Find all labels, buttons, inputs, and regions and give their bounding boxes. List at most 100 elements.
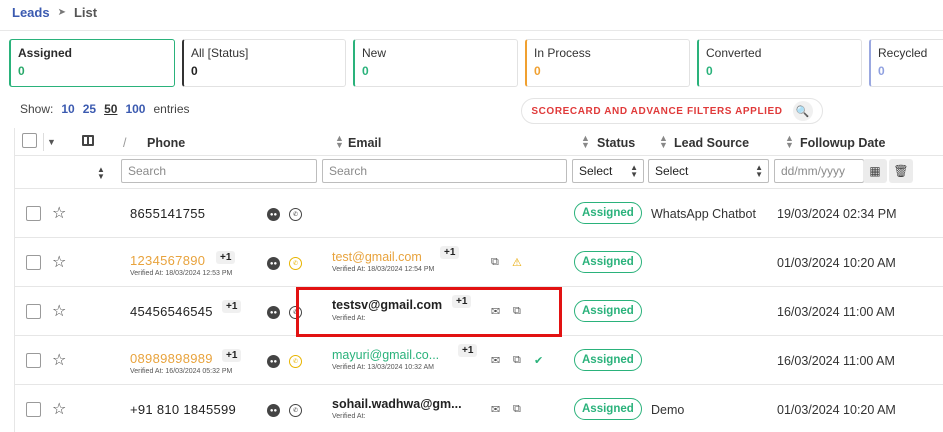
- card-label: All [Status]: [191, 46, 249, 60]
- chevron-down-icon[interactable]: ▼: [43, 133, 59, 151]
- email-search-input[interactable]: Search: [322, 159, 567, 183]
- header-status[interactable]: Status: [597, 136, 635, 150]
- followup-date-input[interactable]: dd/mm/yyyy: [774, 159, 864, 183]
- filters-applied-pill[interactable]: SCORECARD AND ADVANCE FILTERS APPLIED 🔍: [521, 98, 823, 124]
- table-row[interactable]: ☆ 8655141755 ●● ✆ Assigned WhatsApp Chat…: [15, 189, 943, 238]
- status-badge: Assigned: [574, 349, 642, 371]
- followup-date: 16/03/2024 11:00 AM: [777, 305, 895, 319]
- entries-label: entries: [153, 102, 190, 116]
- email-address[interactable]: testsv@gmail.com: [332, 298, 442, 312]
- table-row[interactable]: ☆ 45456546545 +1 ●● ✆ testsv@gmail.com +…: [15, 287, 943, 336]
- card-recycled[interactable]: Recycled 0: [869, 39, 943, 87]
- chat-icon[interactable]: ●●: [267, 208, 280, 221]
- header-followup-date[interactable]: Followup Date: [800, 136, 885, 150]
- page-size-50[interactable]: 50: [104, 102, 117, 116]
- envelope-icon[interactable]: ✉: [491, 305, 500, 318]
- search-icon[interactable]: 🔍: [792, 101, 813, 121]
- card-assigned[interactable]: Assigned 0: [9, 39, 175, 87]
- card-label: Recycled: [878, 46, 928, 60]
- lead-source-select[interactable]: Select ▲ ▼: [648, 159, 769, 183]
- row-checkbox[interactable]: [26, 255, 41, 270]
- copy-icon[interactable]: ⧉: [491, 256, 499, 269]
- email-more-badge[interactable]: +1: [458, 344, 478, 357]
- status-select[interactable]: Select ▲ ▼: [572, 159, 644, 183]
- page-size-10[interactable]: 10: [61, 102, 74, 116]
- row-checkbox[interactable]: [26, 304, 41, 319]
- header-divider: [0, 30, 943, 31]
- chat-icon[interactable]: ●●: [267, 257, 280, 270]
- card-count: 0: [878, 64, 885, 78]
- star-icon[interactable]: ☆: [52, 399, 66, 419]
- star-icon[interactable]: ☆: [52, 301, 66, 321]
- chat-icon[interactable]: ●●: [267, 355, 280, 368]
- copy-icon[interactable]: ⧉: [513, 403, 521, 416]
- sort-icon[interactable]: ▲ ▼: [581, 134, 590, 150]
- whatsapp-icon[interactable]: ✆: [289, 355, 302, 368]
- header-lead-source[interactable]: Lead Source: [674, 136, 749, 150]
- sort-icon[interactable]: ▲ ▼: [785, 134, 794, 150]
- star-icon[interactable]: ☆: [52, 203, 66, 223]
- row-checkbox[interactable]: [26, 206, 41, 221]
- followup-date: 16/03/2024 11:00 AM: [777, 354, 895, 368]
- phone-number[interactable]: 8655141755: [130, 206, 205, 221]
- phone-more-badge[interactable]: +1: [216, 251, 236, 264]
- page-size-selector: Show: 10 25 50 100 entries: [20, 102, 190, 116]
- trash-icon[interactable]: 🗑: [889, 159, 913, 183]
- breadcrumb-leads-link[interactable]: Leads: [12, 5, 50, 20]
- page-size-25[interactable]: 25: [83, 102, 96, 116]
- chat-icon[interactable]: ●●: [267, 404, 280, 417]
- star-icon[interactable]: ☆: [52, 252, 66, 272]
- table-row[interactable]: ☆ 08989898989 +1 Verified At: 16/03/2024…: [15, 336, 943, 385]
- email-address[interactable]: mayuri@gmail.co...: [332, 348, 439, 362]
- envelope-icon[interactable]: ✉: [491, 354, 500, 367]
- phone-number[interactable]: 45456546545: [130, 304, 213, 319]
- card-in-process[interactable]: In Process 0: [525, 39, 690, 87]
- row-checkbox[interactable]: [26, 353, 41, 368]
- phone-number[interactable]: 08989898989: [130, 351, 213, 366]
- select-all-checkbox[interactable]: [22, 133, 37, 148]
- sort-icon[interactable]: ▲ ▼: [659, 134, 668, 150]
- copy-icon[interactable]: ⧉: [513, 305, 521, 318]
- card-label: New: [362, 46, 387, 60]
- table-row[interactable]: ☆ 1234567890 +1 Verified At: 18/03/2024 …: [15, 238, 943, 287]
- whatsapp-icon[interactable]: ✆: [289, 257, 302, 270]
- whatsapp-icon[interactable]: ✆: [289, 208, 302, 221]
- card-label: Converted: [706, 46, 762, 60]
- row-checkbox[interactable]: [26, 402, 41, 417]
- phone-search-input[interactable]: Search: [121, 159, 317, 183]
- card-count: 0: [706, 64, 713, 78]
- filter-row: ▲ ▼ Search Search Select ▲ ▼ Select ▲ ▼ dd/…: [15, 156, 943, 189]
- envelope-icon[interactable]: ✉: [491, 403, 500, 416]
- email-address[interactable]: test@gmail.com: [332, 250, 422, 264]
- page-size-100[interactable]: 100: [125, 102, 145, 116]
- followup-date: 19/03/2024 02:34 PM: [777, 207, 897, 221]
- whatsapp-icon[interactable]: ✆: [289, 306, 302, 319]
- phone-number[interactable]: 1234567890: [130, 253, 205, 268]
- lead-source: Demo: [651, 403, 685, 417]
- card-count: 0: [18, 64, 25, 78]
- table-row[interactable]: ☆ +91 810 1845599 ●● ✆ sohail.wadhwa@gm.…: [15, 385, 943, 432]
- phone-more-badge[interactable]: +1: [222, 300, 242, 313]
- columns-icon[interactable]: [82, 135, 94, 146]
- card-all-status[interactable]: All [Status] 0: [182, 39, 346, 87]
- phone-more-badge[interactable]: +1: [222, 349, 242, 362]
- email-more-badge[interactable]: +1: [452, 295, 472, 308]
- card-new[interactable]: New 0: [353, 39, 518, 87]
- chevron-updown-icon: ▲ ▼: [630, 163, 638, 179]
- card-label: In Process: [534, 46, 591, 60]
- sort-icon[interactable]: ▲ ▼: [335, 134, 344, 150]
- phone-number[interactable]: +91 810 1845599: [130, 402, 236, 417]
- copy-icon[interactable]: ⧉: [513, 354, 521, 367]
- email-address[interactable]: sohail.wadhwa@gm...: [332, 397, 462, 411]
- header-phone[interactable]: Phone: [147, 136, 185, 150]
- header-email[interactable]: Email: [348, 136, 381, 150]
- whatsapp-icon[interactable]: ✆: [289, 404, 302, 417]
- card-converted[interactable]: Converted 0: [697, 39, 862, 87]
- calendar-icon[interactable]: ▦: [863, 159, 887, 183]
- lead-source-select-value: Select: [655, 164, 689, 178]
- email-more-badge[interactable]: +1: [440, 246, 460, 259]
- star-icon[interactable]: ☆: [52, 350, 66, 370]
- chevron-updown-icon[interactable]: ▲ ▼: [97, 166, 105, 181]
- show-label: Show:: [20, 102, 54, 116]
- chat-icon[interactable]: ●●: [267, 306, 280, 319]
